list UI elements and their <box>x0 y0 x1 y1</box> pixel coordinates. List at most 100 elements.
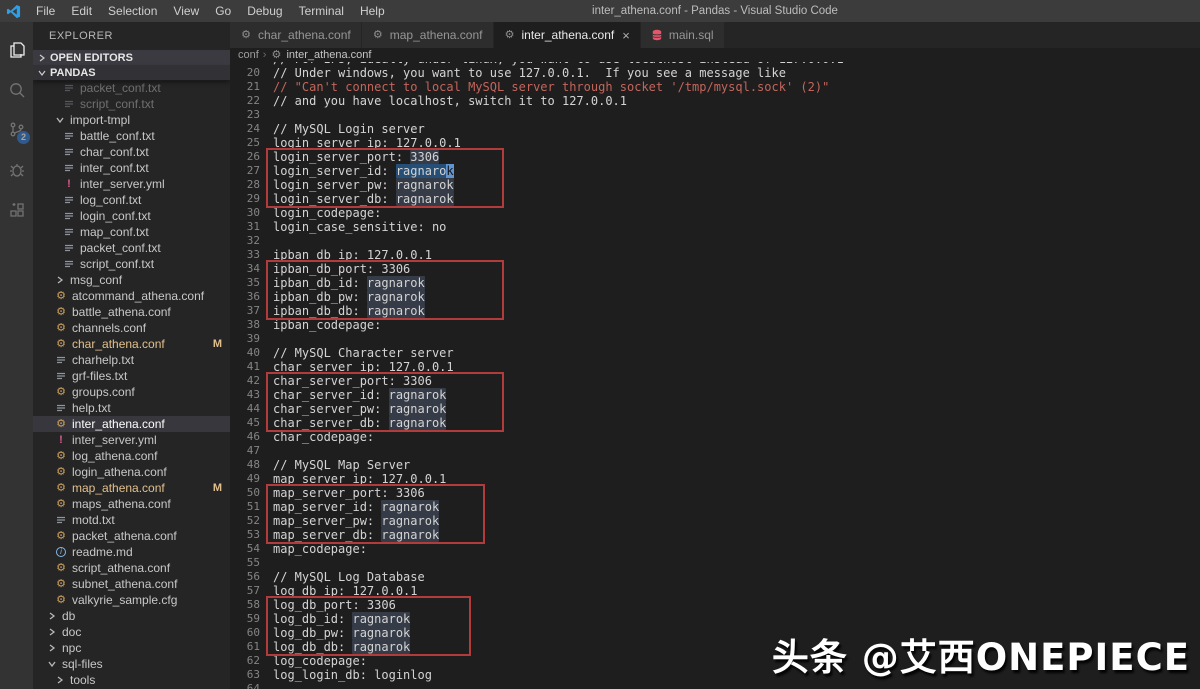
code-line: 24// MySQL Login server <box>230 122 1200 136</box>
text-file-icon <box>55 515 67 525</box>
sidebar-item-map-athena-conf[interactable]: ⚙map_athena.confM <box>33 480 230 496</box>
tab-char-athena-conf[interactable]: ⚙char_athena.conf <box>230 22 361 48</box>
menu-view[interactable]: View <box>165 0 207 22</box>
sidebar-item-inter-conf-txt[interactable]: inter_conf.txt <box>33 160 230 176</box>
menu-go[interactable]: Go <box>207 0 239 22</box>
sidebar-item-inter-server-yml[interactable]: !inter_server.yml <box>33 176 230 192</box>
sidebar-item-script-athena-conf[interactable]: ⚙script_athena.conf <box>33 560 230 576</box>
sidebar-item-inter-server-yml[interactable]: !inter_server.yml <box>33 432 230 448</box>
menu-file[interactable]: File <box>28 0 63 22</box>
source-control-icon[interactable]: 2 <box>0 110 33 150</box>
file-label: channels.conf <box>72 321 146 335</box>
text-file-icon <box>63 243 75 253</box>
sidebar-item-char-athena-conf[interactable]: ⚙char_athena.confM <box>33 336 230 352</box>
sidebar-item-script-conf-txt[interactable]: script_conf.txt <box>33 96 230 112</box>
line-number: 44 <box>230 402 260 416</box>
code-line: 60log_db_pw: ragnarok <box>230 626 1200 640</box>
menu-selection[interactable]: Selection <box>100 0 165 22</box>
sidebar-item-battle-athena-conf[interactable]: ⚙battle_athena.conf <box>33 304 230 320</box>
sidebar-item-channels-conf[interactable]: ⚙channels.conf <box>33 320 230 336</box>
line-text: map_server_port: 3306 <box>260 486 425 500</box>
sidebar-item-readme-md[interactable]: ireadme.md <box>33 544 230 560</box>
sidebar-item-maps-athena-conf[interactable]: ⚙maps_athena.conf <box>33 496 230 512</box>
sidebar-item-grf-files-txt[interactable]: grf-files.txt <box>33 368 230 384</box>
tab-main-sql[interactable]: main.sql <box>641 22 724 48</box>
menu-edit[interactable]: Edit <box>63 0 100 22</box>
close-icon[interactable]: × <box>622 28 630 43</box>
sidebar-folder-npc[interactable]: npc <box>33 640 230 656</box>
line-number: 55 <box>230 556 260 570</box>
sidebar-item-motd-txt[interactable]: motd.txt <box>33 512 230 528</box>
sidebar-folder-sql-files[interactable]: sql-files <box>33 656 230 672</box>
gear-icon: ⚙ <box>55 451 67 461</box>
git-modified-badge: M <box>213 338 222 350</box>
open-editors-section[interactable]: OPEN EDITORS <box>33 50 230 65</box>
gear-icon: ⚙ <box>55 467 67 477</box>
gear-icon: ⚙ <box>55 419 67 429</box>
line-text: ipban_db_pw: ragnarok <box>260 290 425 304</box>
yaml-warning-icon: ! <box>55 434 67 446</box>
text-file-icon <box>55 403 67 413</box>
sidebar-item-packet-athena-conf[interactable]: ⚙packet_athena.conf <box>33 528 230 544</box>
line-text: // MySQL Log Database <box>260 570 425 584</box>
extensions-icon[interactable] <box>0 190 33 230</box>
sidebar-item-inter-athena-conf[interactable]: ⚙inter_athena.conf <box>33 416 230 432</box>
sidebar-item-log-conf-txt[interactable]: log_conf.txt <box>33 192 230 208</box>
sidebar-item-log-athena-conf[interactable]: ⚙log_athena.conf <box>33 448 230 464</box>
breadcrumb-folder[interactable]: conf <box>238 49 259 61</box>
chevron-right-icon <box>47 628 57 636</box>
sidebar-item-packet-conf-txt[interactable]: packet_conf.txt <box>33 240 230 256</box>
file-label: msg_conf <box>70 273 122 287</box>
text-file-icon <box>63 147 75 157</box>
explorer-icon[interactable] <box>0 30 33 70</box>
sidebar-item-atcommand-athena-conf[interactable]: ⚙atcommand_athena.conf <box>33 288 230 304</box>
sidebar-folder-tools[interactable]: tools <box>33 672 230 688</box>
menu-terminal[interactable]: Terminal <box>291 0 352 22</box>
sidebar-folder-msg-conf[interactable]: msg_conf <box>33 272 230 288</box>
search-icon[interactable] <box>0 70 33 110</box>
gear-icon: ⚙ <box>240 30 252 40</box>
line-number: 52 <box>230 514 260 528</box>
line-text: login_server_port: 3306 <box>260 150 439 164</box>
sidebar-item-groups-conf[interactable]: ⚙groups.conf <box>33 384 230 400</box>
sidebar-folder-db[interactable]: db <box>33 608 230 624</box>
line-number: 36 <box>230 290 260 304</box>
sidebar-item-subnet-athena-conf[interactable]: ⚙subnet_athena.conf <box>33 576 230 592</box>
line-text: map_server_id: ragnarok <box>260 500 439 514</box>
sidebar-item-valkyrie-sample-cfg[interactable]: ⚙valkyrie_sample.cfg <box>33 592 230 608</box>
sidebar-item-map-conf-txt[interactable]: map_conf.txt <box>33 224 230 240</box>
file-label: inter_conf.txt <box>80 161 149 175</box>
sidebar-item-packet-conf-txt[interactable]: packet_conf.txt <box>33 80 230 96</box>
code-editor[interactable]: 19// For IPs, ideally under linux, you w… <box>230 52 1200 689</box>
vscode-logo-icon <box>6 4 22 18</box>
breadcrumb-file[interactable]: ⚙ inter_athena.conf <box>270 49 371 61</box>
line-number: 63 <box>230 668 260 682</box>
debug-icon[interactable] <box>0 150 33 190</box>
breadcrumb[interactable]: conf › ⚙ inter_athena.conf <box>230 48 1200 62</box>
sidebar-item-charhelp-txt[interactable]: charhelp.txt <box>33 352 230 368</box>
code-line: 41char_server_ip: 127.0.0.1 <box>230 360 1200 374</box>
gear-icon: ⚙ <box>504 30 516 40</box>
code-line: 47 <box>230 444 1200 458</box>
tab-inter-athena-conf[interactable]: ⚙inter_athena.conf× <box>494 22 640 48</box>
sidebar-item-help-txt[interactable]: help.txt <box>33 400 230 416</box>
sidebar-item-login-conf-txt[interactable]: login_conf.txt <box>33 208 230 224</box>
line-number: 26 <box>230 150 260 164</box>
sidebar-folder-doc[interactable]: doc <box>33 624 230 640</box>
sidebar-item-script-conf-txt[interactable]: script_conf.txt <box>33 256 230 272</box>
sidebar-item-login-athena-conf[interactable]: ⚙login_athena.conf <box>33 464 230 480</box>
sidebar-folder-import-tmpl[interactable]: import-tmpl <box>33 112 230 128</box>
line-number: 41 <box>230 360 260 374</box>
tab-map-athena-conf[interactable]: ⚙map_athena.conf <box>362 22 493 48</box>
chevron-right-icon <box>55 276 65 284</box>
sidebar-item-char-conf-txt[interactable]: char_conf.txt <box>33 144 230 160</box>
code-line: 49map_server_ip: 127.0.0.1 <box>230 472 1200 486</box>
project-section[interactable]: PANDAS <box>33 65 230 80</box>
menu-debug[interactable]: Debug <box>239 0 290 22</box>
line-text: // MySQL Map Server <box>260 458 410 472</box>
menu-help[interactable]: Help <box>352 0 393 22</box>
line-text: map_server_db: ragnarok <box>260 528 439 542</box>
sidebar-item-battle-conf-txt[interactable]: battle_conf.txt <box>33 128 230 144</box>
chevron-right-icon <box>37 54 47 62</box>
line-number: 27 <box>230 164 260 178</box>
